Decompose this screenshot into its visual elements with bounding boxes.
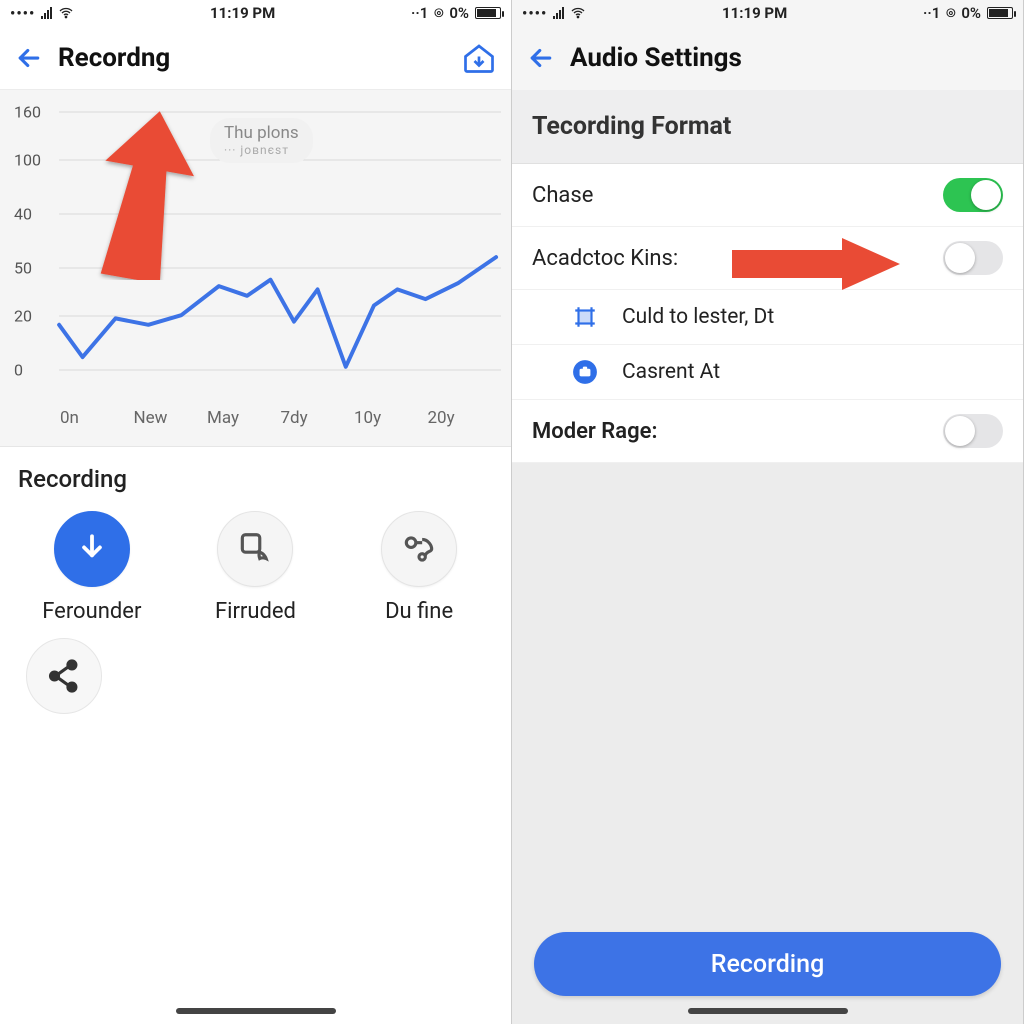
- status-bar: 11:19 PM ··1 ⌾ 0%: [512, 0, 1023, 26]
- action-label: Ferounder: [42, 599, 141, 624]
- status-time: 11:19 PM: [722, 4, 787, 22]
- status-time: 11:19 PM: [210, 4, 275, 22]
- chart-tooltip-sub: ··· joвnєsт: [224, 144, 299, 158]
- carrier-tag: ··1: [923, 4, 940, 22]
- recording-button[interactable]: Recording: [534, 932, 1001, 996]
- chart-tooltip: Thu plons ··· joвnєsт: [210, 118, 313, 163]
- back-button[interactable]: [526, 43, 556, 73]
- cta-label: Recording: [711, 950, 825, 979]
- setting-sublabel: Culd to lester, Dt: [622, 305, 774, 329]
- setting-row-acadctoc[interactable]: Acadctoc Kins:: [512, 227, 1023, 290]
- page-title: Recordng: [58, 43, 170, 73]
- setting-row-moder[interactable]: Moder Rage:: [512, 400, 1023, 463]
- ferounder-button[interactable]: [54, 511, 130, 587]
- x-tick: 7dy: [281, 408, 355, 428]
- cellular-bars-icon: [553, 7, 564, 19]
- setting-sublabel: Casrent At: [622, 360, 720, 384]
- section-title: Recording: [0, 447, 511, 505]
- action-label: Du fine: [385, 599, 453, 624]
- status-bar: 11:19 PM ··1 ⌾ 0%: [0, 0, 511, 26]
- battery-percent: 0%: [961, 4, 981, 22]
- home-indicator[interactable]: [176, 1008, 336, 1014]
- wifi-icon: [58, 5, 74, 21]
- page-title: Audio Settings: [570, 43, 742, 73]
- toggle-moder[interactable]: [943, 414, 1003, 448]
- chart-tooltip-title: Thu plons: [224, 123, 299, 143]
- signal-dots-icon: [522, 4, 547, 22]
- empty-space: [512, 463, 1023, 912]
- home-indicator[interactable]: [688, 1008, 848, 1014]
- firruded-button[interactable]: [217, 511, 293, 587]
- x-tick: May: [207, 408, 281, 428]
- chart-panel: 160 100 40 50 20 0 Thu plons: [0, 90, 511, 447]
- line-chart[interactable]: 160 100 40 50 20 0 Thu plons: [10, 100, 501, 400]
- wifi-icon: [570, 5, 586, 21]
- nav-bar: Audio Settings: [512, 26, 1023, 90]
- shield-icon: ⌾: [434, 4, 443, 22]
- toggle-acadctoc[interactable]: [943, 241, 1003, 275]
- cellular-bars-icon: [41, 7, 52, 19]
- home-download-icon[interactable]: [461, 40, 497, 76]
- camera-icon: [568, 359, 602, 385]
- x-tick: New: [134, 408, 208, 428]
- shield-icon: ⌾: [946, 4, 955, 22]
- du-fine-button[interactable]: [381, 511, 457, 587]
- battery-percent: 0%: [449, 4, 469, 22]
- toggle-chase[interactable]: [943, 178, 1003, 212]
- signal-dots-icon: [10, 4, 35, 22]
- setting-subrow-culd[interactable]: Culd to lester, Dt: [512, 290, 1023, 345]
- share-button[interactable]: [26, 638, 102, 714]
- group-header: Tecording Format: [512, 90, 1023, 164]
- setting-row-chase[interactable]: Chase: [512, 164, 1023, 227]
- x-tick: 10y: [354, 408, 428, 428]
- setting-label: Chase: [532, 183, 943, 208]
- crop-icon: [568, 304, 602, 330]
- nav-bar: Recordng: [0, 26, 511, 90]
- carrier-tag: ··1: [411, 4, 428, 22]
- x-tick: 20y: [428, 408, 502, 428]
- action-grid: Ferounder Firruded Du fine: [0, 505, 511, 714]
- setting-label: Moder Rage:: [532, 419, 943, 444]
- x-axis-labels: 0n New May 7dy 10y 20y: [10, 400, 501, 446]
- battery-icon: [475, 7, 501, 19]
- action-label: Firruded: [215, 599, 296, 624]
- setting-label: Acadctoc Kins:: [532, 246, 943, 271]
- x-tick: 0n: [60, 408, 134, 428]
- battery-icon: [987, 7, 1013, 19]
- setting-subrow-casrent[interactable]: Casrent At: [512, 345, 1023, 400]
- back-button[interactable]: [14, 43, 44, 73]
